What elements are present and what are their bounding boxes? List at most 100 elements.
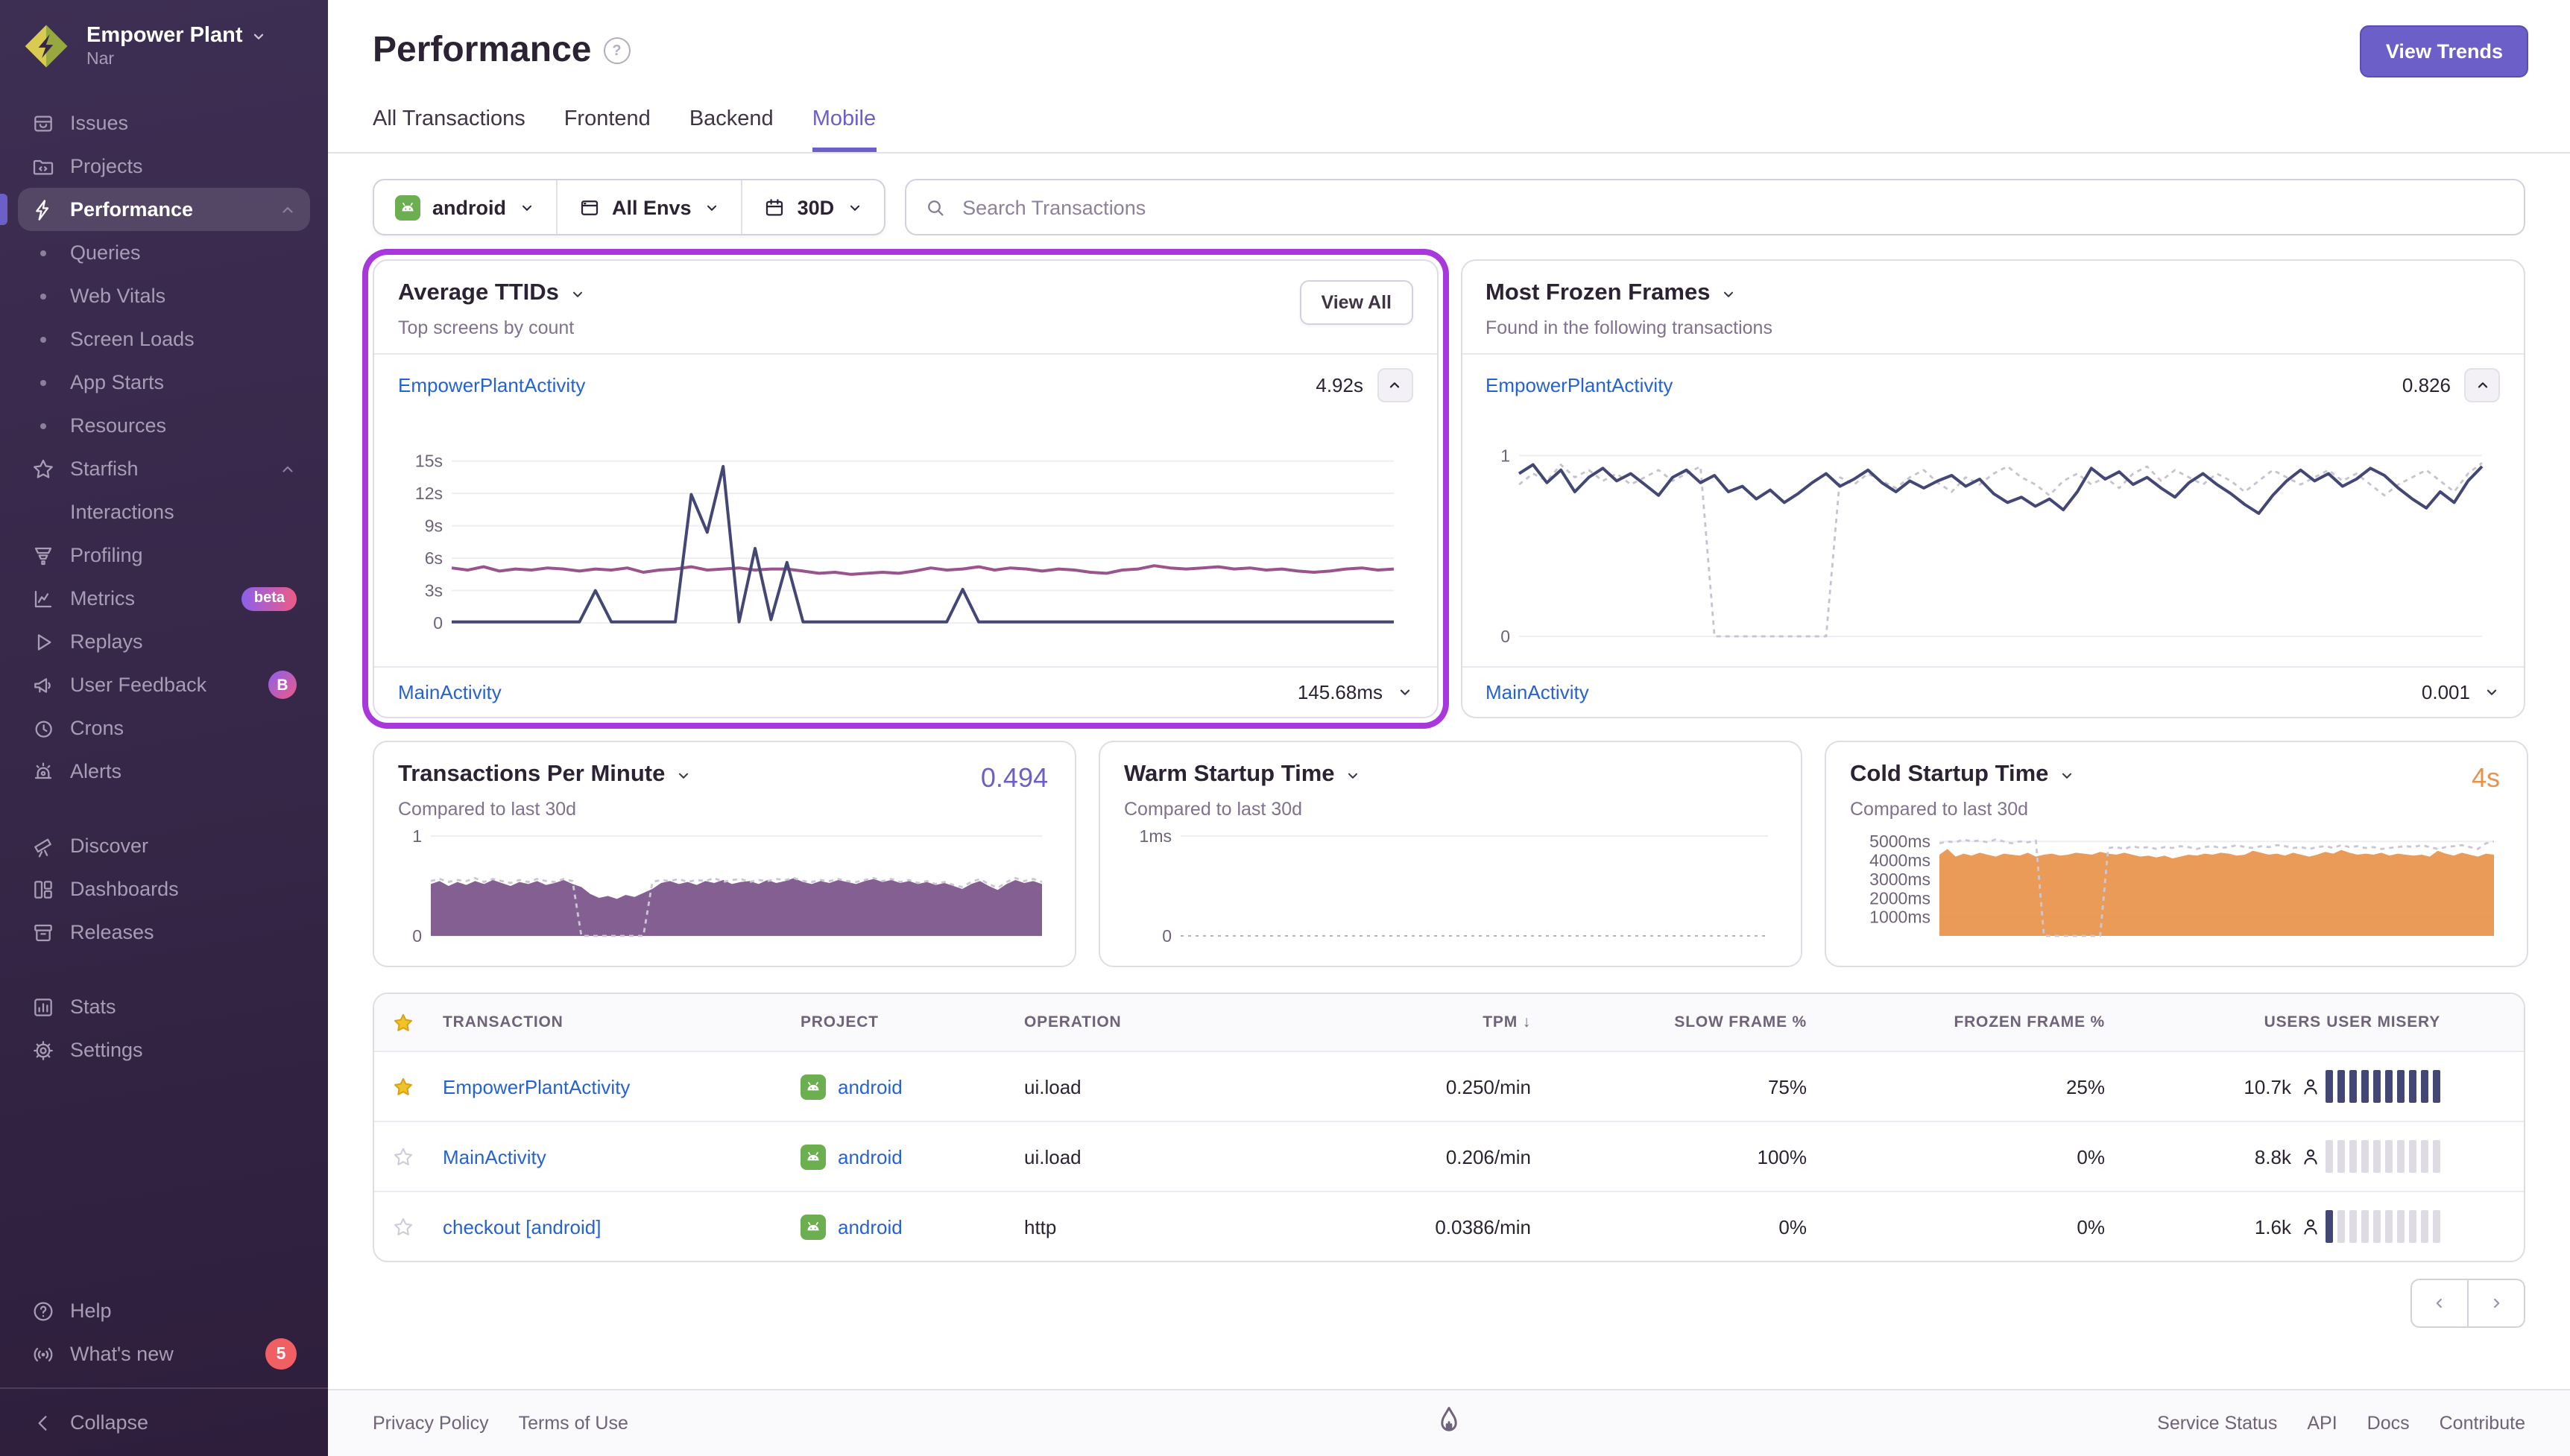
search-input[interactable] <box>959 194 2506 220</box>
previous-page-button[interactable] <box>2410 1279 2469 1328</box>
expand-chevron-down-icon[interactable] <box>2484 684 2500 700</box>
col-tpm-sorted[interactable]: TPM ↓ <box>1278 1013 1531 1031</box>
col-transaction[interactable]: TRANSACTION <box>443 1013 801 1031</box>
sidebar-item-label: Queries <box>70 241 141 264</box>
project-filter[interactable]: android <box>374 180 555 234</box>
col-frozen-frame[interactable]: FROZEN FRAME % <box>1807 1013 2105 1031</box>
org-chevron-down-icon <box>250 28 267 44</box>
view-all-button[interactable]: View All <box>1301 280 1413 325</box>
tab-mobile[interactable]: Mobile <box>812 107 876 152</box>
transaction-link[interactable]: checkout [android] <box>443 1215 801 1238</box>
tab-all-transactions[interactable]: All Transactions <box>373 107 525 152</box>
sidebar-item-settings[interactable]: Settings <box>18 1028 310 1072</box>
page-footer: Privacy Policy Terms of Use Service Stat… <box>328 1389 2570 1456</box>
operation-cell: http <box>1024 1215 1278 1238</box>
collapse-chevron-up-icon[interactable] <box>1377 368 1412 402</box>
star-icon[interactable] <box>392 1215 443 1238</box>
star-icon[interactable] <box>392 1075 443 1098</box>
sidebar-item-dashboards[interactable]: Dashboards <box>18 867 310 911</box>
users-cell: 10.7k <box>2244 1075 2321 1098</box>
table-row: checkout [android]androidhttp0.0386/min0… <box>374 1191 2524 1261</box>
svg-text:5000ms: 5000ms <box>1869 832 1930 851</box>
environment-filter[interactable]: All Envs <box>555 180 741 234</box>
sidebar-item-label: Starfish <box>70 458 139 480</box>
sidebar-item-collapse[interactable]: Collapse <box>18 1401 310 1444</box>
sidebar-item-starfish[interactable]: Starfish <box>18 447 310 490</box>
user-icon <box>2300 1076 2321 1097</box>
tab-backend[interactable]: Backend <box>689 107 774 152</box>
tpm-cell: 0.0386/min <box>1278 1215 1531 1238</box>
project-link[interactable]: android <box>838 1075 903 1098</box>
frozen-row-mainactivity: MainActivity 0.001 <box>1462 666 2524 717</box>
col-project[interactable]: PROJECT <box>801 1013 1024 1031</box>
users-cell: 8.8k <box>2255 1145 2321 1168</box>
sidebar-item-screen-loads[interactable]: Screen Loads <box>18 317 310 361</box>
sidebar-item-performance[interactable]: Performance <box>18 188 310 231</box>
org-env: Nar <box>86 51 267 69</box>
privacy-policy-link[interactable]: Privacy Policy <box>373 1413 489 1434</box>
project-filter-label: android <box>432 196 506 218</box>
terms-of-use-link[interactable]: Terms of Use <box>519 1413 628 1434</box>
sidebar-item-crons[interactable]: Crons <box>18 706 310 750</box>
org-switcher[interactable]: Empower Plant Nar <box>0 0 328 86</box>
sidebar-item-releases[interactable]: Releases <box>18 911 310 954</box>
search-icon <box>924 196 946 218</box>
col-users[interactable]: USERS <box>2105 1013 2321 1031</box>
sidebar-item-projects[interactable]: Projects <box>18 145 310 188</box>
sentry-logo-icon[interactable] <box>1431 1403 1467 1443</box>
warm-widget-title-dropdown[interactable]: Warm Startup Time <box>1124 762 1777 788</box>
service-status-link[interactable]: Service Status <box>2157 1413 2277 1434</box>
expand-chevron-down-icon[interactable] <box>1396 684 1412 700</box>
transactions-per-minute-widget: Transactions Per Minute 0.494 Compared t… <box>373 741 1076 967</box>
col-user-misery[interactable]: USER MISERY <box>2321 1013 2506 1031</box>
date-range-filter[interactable]: 30D <box>741 180 884 234</box>
transaction-link[interactable]: EmpowerPlantActivity <box>443 1075 801 1098</box>
sidebar-item-help[interactable]: Help <box>18 1289 310 1332</box>
sidebar-item-issues[interactable]: Issues <box>18 101 310 145</box>
sidebar-item-metrics[interactable]: Metricsbeta <box>18 577 310 620</box>
transaction-link[interactable]: MainActivity <box>398 681 502 703</box>
transaction-link[interactable]: MainActivity <box>443 1145 801 1168</box>
next-page-button[interactable] <box>2469 1279 2525 1328</box>
cold-widget-title-dropdown[interactable]: Cold Startup Time <box>1850 762 2503 788</box>
ttid-row-mainactivity: MainActivity 145.68ms <box>374 666 1436 717</box>
page-help-icon[interactable]: ? <box>603 37 630 64</box>
ttid-widget-title-dropdown[interactable]: Average TTIDs <box>398 280 586 307</box>
star-icon[interactable] <box>392 1145 443 1168</box>
tab-frontend[interactable]: Frontend <box>564 107 651 152</box>
chevron-down-icon <box>2059 767 2075 783</box>
docs-link[interactable]: Docs <box>2367 1413 2410 1434</box>
view-trends-button[interactable]: View Trends <box>2361 25 2528 77</box>
col-operation[interactable]: OPERATION <box>1024 1013 1278 1031</box>
sidebar-item-alerts[interactable]: Alerts <box>18 750 310 793</box>
sidebar-item-stats[interactable]: Stats <box>18 985 310 1028</box>
average-ttids-widget: Average TTIDs Top screens by count View … <box>373 259 1438 718</box>
col-slow-frame[interactable]: SLOW FRAME % <box>1531 1013 1807 1031</box>
contribute-link[interactable]: Contribute <box>2440 1413 2525 1434</box>
project-link[interactable]: android <box>838 1145 903 1168</box>
sidebar-item-app-starts[interactable]: App Starts <box>18 361 310 404</box>
sidebar-item-resources[interactable]: Resources <box>18 404 310 447</box>
api-link[interactable]: API <box>2307 1413 2337 1434</box>
tpm-widget-title: Transactions Per Minute <box>398 762 665 788</box>
star-column-header-icon[interactable] <box>392 1011 443 1034</box>
project-link[interactable]: android <box>838 1215 903 1238</box>
search-transactions[interactable] <box>904 179 2525 235</box>
sidebar-item-discover[interactable]: Discover <box>18 824 310 867</box>
sidebar-item-user-feedback[interactable]: User FeedbackB <box>18 663 310 706</box>
transaction-link[interactable]: EmpowerPlantActivity <box>398 374 585 396</box>
transaction-link[interactable]: EmpowerPlantActivity <box>1486 374 1673 396</box>
sidebar-item-queries[interactable]: Queries <box>18 231 310 274</box>
sidebar-item-what-s-new[interactable]: What's new5 <box>18 1332 310 1376</box>
sidebar-item-label: Profiling <box>70 544 143 566</box>
frozen-widget-title-dropdown[interactable]: Most Frozen Frames <box>1486 280 1772 307</box>
sidebar-item-interactions[interactable]: Interactions <box>18 490 310 534</box>
sidebar-item-replays[interactable]: Replays <box>18 620 310 663</box>
transaction-link[interactable]: MainActivity <box>1486 681 1589 703</box>
warm-startup-chart: 1ms0 <box>1124 820 1777 948</box>
sidebar-item-web-vitals[interactable]: Web Vitals <box>18 274 310 317</box>
sidebar-item-profiling[interactable]: Profiling <box>18 534 310 577</box>
collapse-chevron-up-icon[interactable] <box>2464 368 2500 402</box>
settings-icon <box>31 1038 55 1062</box>
tpm-widget-title-dropdown[interactable]: Transactions Per Minute <box>398 762 1051 788</box>
